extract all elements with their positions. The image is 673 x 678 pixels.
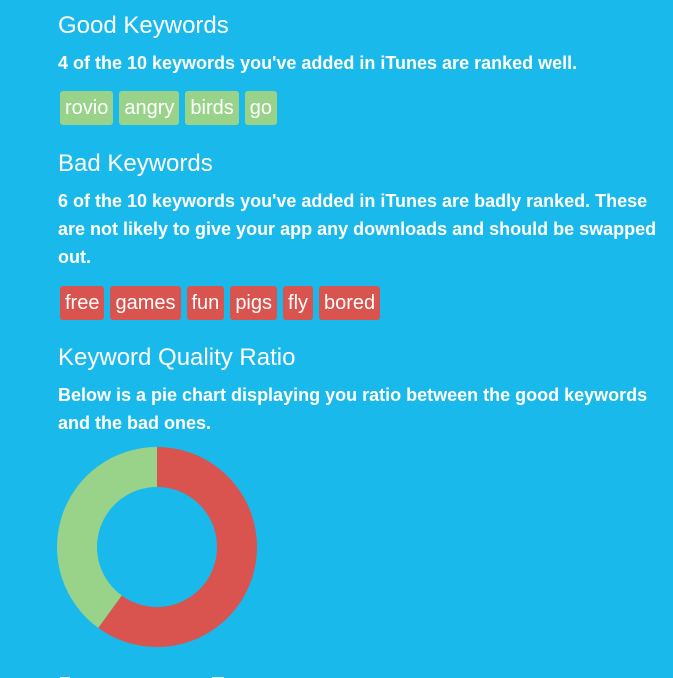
good-keywords-title: Good Keywords xyxy=(58,12,229,39)
bad-keyword-tag-fly: fly xyxy=(283,286,314,320)
keyword-quality-ratio-description: Below is a pie chart displaying you rati… xyxy=(58,385,648,433)
bad-keywords-description: 6 of the 10 keywords you've added in iTu… xyxy=(58,191,657,267)
next-section-heading-cutoff xyxy=(58,670,248,678)
keyword-quality-ratio-title: Keyword Quality Ratio xyxy=(58,344,296,371)
bad-keywords-tags: free games fun pigs fly bored xyxy=(60,286,381,320)
good-keyword-tag-rovio: rovio xyxy=(60,91,114,125)
keyword-ratio-donut-chart xyxy=(57,447,257,647)
good-keyword-tag-angry: angry xyxy=(119,91,180,125)
bad-keyword-tag-games: games xyxy=(110,286,181,320)
bad-keyword-tag-pigs: pigs xyxy=(230,286,278,320)
bad-keyword-tag-free: free xyxy=(60,286,105,320)
good-keywords-tags: rovio angry birds go xyxy=(60,91,277,125)
good-keyword-tag-birds: birds xyxy=(185,91,239,125)
bad-keyword-tag-fun: fun xyxy=(186,286,225,320)
donut-slice-good xyxy=(57,447,158,628)
bad-keyword-tag-bored: bored xyxy=(319,286,381,320)
bad-keywords-title: Bad Keywords xyxy=(58,150,213,177)
good-keyword-tag-go: go xyxy=(244,91,277,125)
good-keywords-description: 4 of the 10 keywords you've added in iTu… xyxy=(58,53,578,73)
